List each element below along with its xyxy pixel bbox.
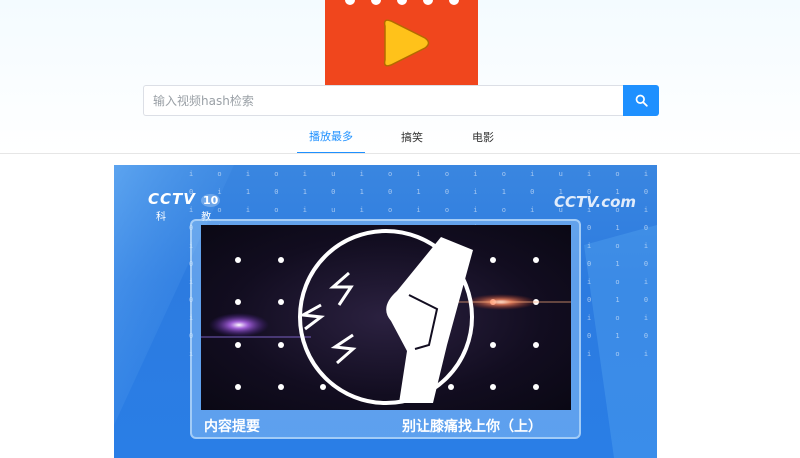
cctv-watermark: CCTV.com bbox=[554, 193, 637, 211]
search-bar bbox=[143, 85, 659, 116]
site-logo[interactable] bbox=[325, 0, 478, 86]
knee-pain-illustration bbox=[201, 229, 571, 405]
channel-logo: CCTV 10 科 教 bbox=[148, 189, 227, 223]
header-divider bbox=[0, 153, 800, 154]
channel-logo-text: CCTV bbox=[148, 190, 196, 208]
tab-most-played[interactable]: 播放最多 bbox=[297, 120, 365, 154]
search-button[interactable] bbox=[623, 85, 659, 116]
tab-funny[interactable]: 搞笑 bbox=[391, 120, 433, 154]
channel-number: 10 bbox=[200, 194, 221, 207]
play-icon bbox=[383, 19, 430, 67]
search-input[interactable] bbox=[143, 85, 624, 116]
video-screen bbox=[201, 225, 571, 410]
search-icon bbox=[635, 94, 648, 107]
video-player[interactable]: i o i o i u i o i o i o i u i o i o i o … bbox=[114, 165, 657, 458]
category-tabs: 播放最多 搞笑 电影 bbox=[0, 120, 800, 154]
caption-summary: 内容提要 bbox=[204, 419, 260, 435]
tab-movies[interactable]: 电影 bbox=[462, 120, 504, 154]
caption-title: 别让膝痛找上你（上） bbox=[402, 419, 542, 435]
